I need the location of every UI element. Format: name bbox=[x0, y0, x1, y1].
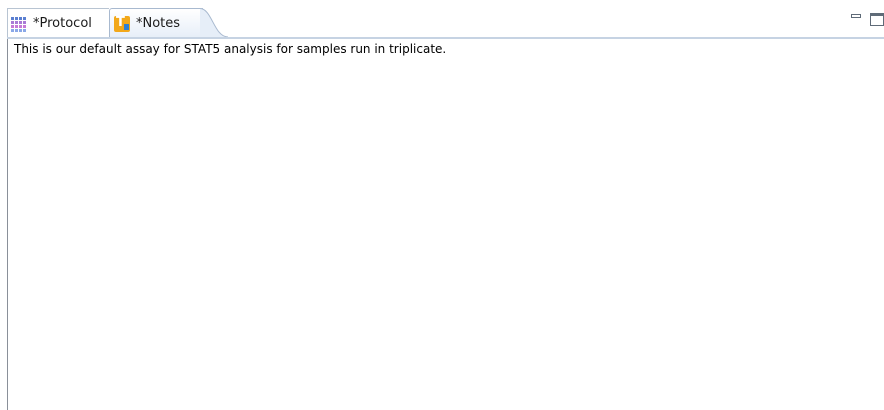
tab-protocol-label: *Protocol bbox=[33, 16, 92, 31]
tab-notes[interactable]: *Notes bbox=[109, 8, 203, 38]
tab-protocol[interactable]: *Protocol bbox=[7, 8, 109, 38]
notes-icon bbox=[114, 15, 130, 32]
minimize-icon[interactable] bbox=[851, 14, 861, 18]
notes-text: This is our default assay for STAT5 anal… bbox=[14, 42, 447, 56]
grid-icon bbox=[11, 15, 27, 32]
tab-notes-edge bbox=[200, 8, 229, 38]
maximize-icon[interactable] bbox=[870, 13, 884, 26]
tab-notes-label: *Notes bbox=[136, 16, 181, 31]
notes-editor-view: *Protocol *Notes This is our default ass… bbox=[0, 0, 884, 410]
notes-text-area[interactable]: This is our default assay for STAT5 anal… bbox=[7, 39, 884, 410]
